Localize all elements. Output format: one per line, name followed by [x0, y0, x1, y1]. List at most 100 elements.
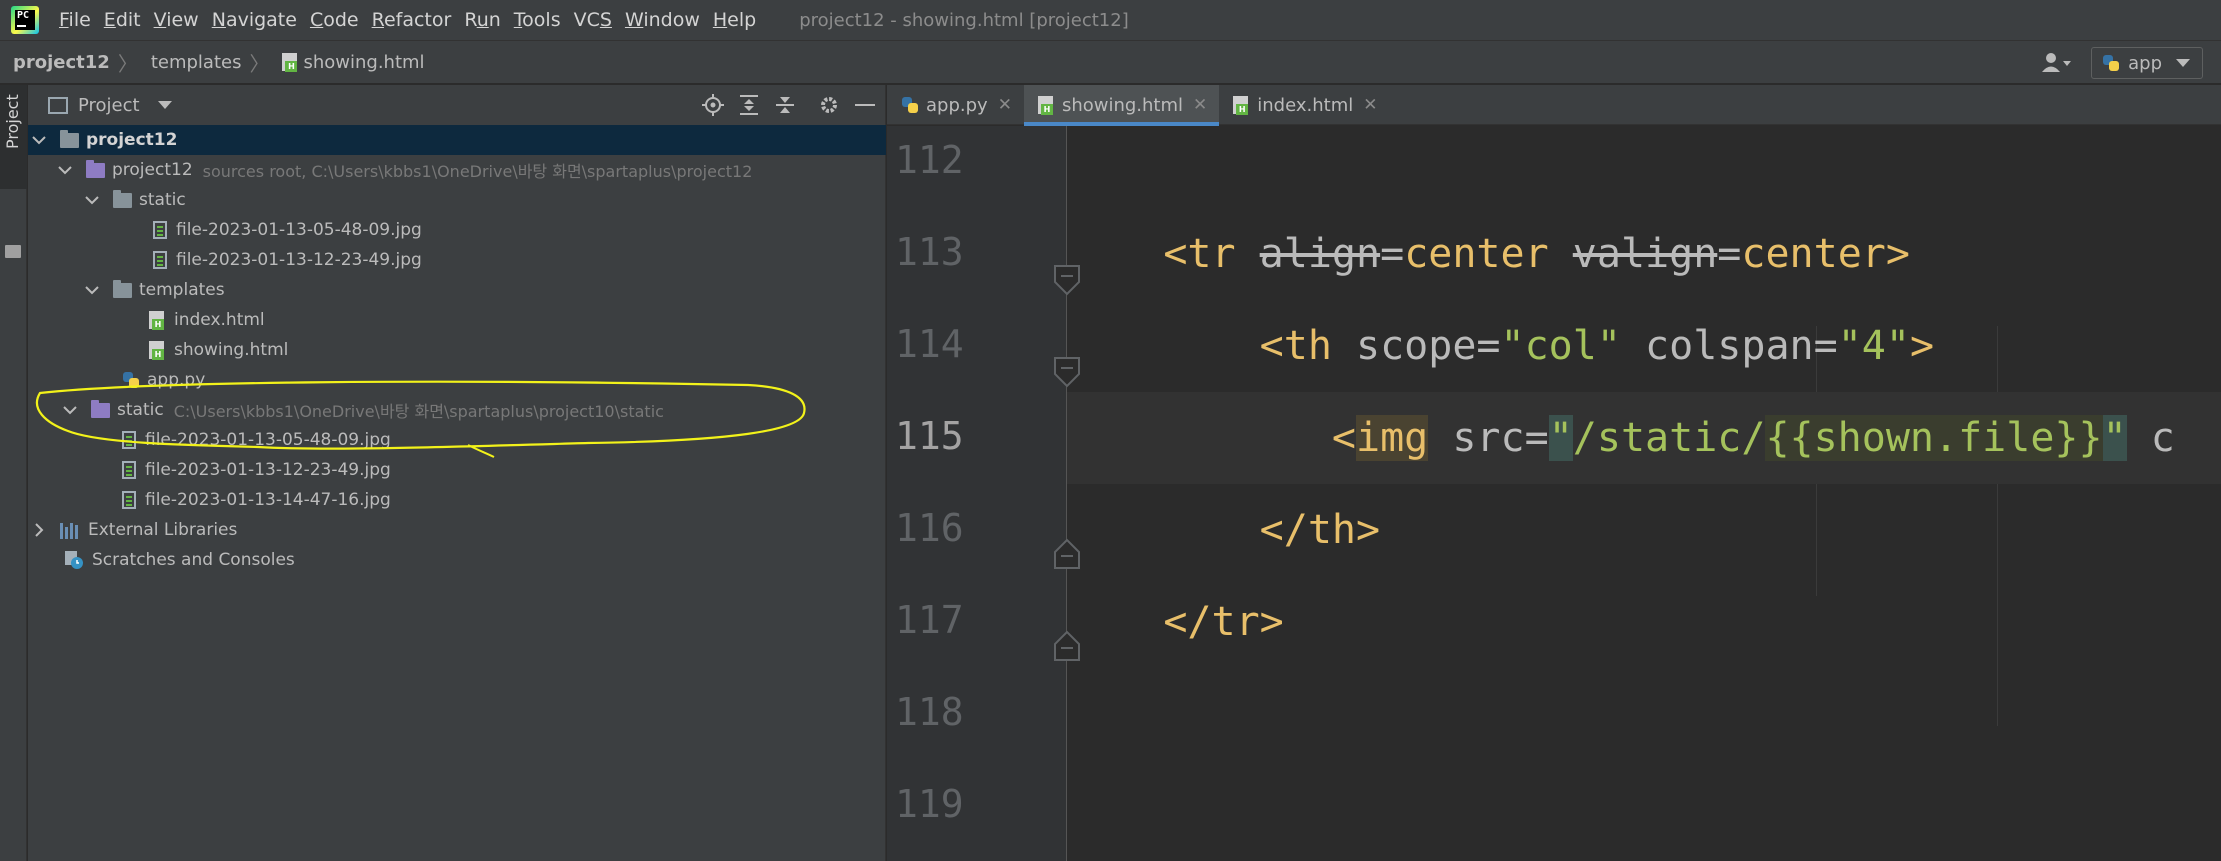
- html-file-icon: H: [149, 340, 166, 360]
- menu-window[interactable]: Window: [625, 9, 700, 31]
- line-number: 114: [895, 322, 964, 366]
- chevron-down-icon[interactable]: [58, 163, 72, 177]
- image-file-icon: [122, 431, 136, 449]
- html-file-icon: H: [1233, 95, 1250, 115]
- menu-navigate[interactable]: Navigate: [212, 9, 297, 31]
- tree-item-static-library[interactable]: static C:\Users\kbbs1\OneDrive\바탕 화면\spa…: [28, 395, 886, 425]
- breadcrumb-project[interactable]: project12: [0, 52, 110, 73]
- locate-file-icon[interactable]: [701, 93, 725, 117]
- tab-index-html[interactable]: H index.html ✕: [1219, 85, 1389, 125]
- tree-item-external-libraries[interactable]: External Libraries: [28, 515, 886, 545]
- tree-item-file[interactable]: H index.html: [28, 305, 886, 335]
- tree-item-path-hint: sources root, C:\Users\kbbs1\OneDrive\바탕…: [202, 162, 753, 181]
- project-folder-icon: [60, 129, 79, 148]
- python-file-icon: [122, 371, 140, 389]
- tab-showing-html[interactable]: H showing.html ✕: [1023, 85, 1220, 126]
- menu-code[interactable]: Code: [310, 9, 359, 31]
- code-line-113[interactable]: <tr align=center valign=center>: [1067, 208, 2221, 300]
- user-account-icon[interactable]: [2039, 49, 2079, 77]
- tree-item-project-root[interactable]: project12: [28, 125, 886, 155]
- breadcrumb-file-label: showing.html: [303, 51, 425, 73]
- tree-item-file[interactable]: file-2023-01-13-12-23-49.jpg: [28, 455, 886, 485]
- menu-help[interactable]: Help: [713, 9, 756, 31]
- code-line-117[interactable]: </tr>: [1067, 576, 2221, 668]
- project-view-icon: [48, 96, 68, 114]
- html-file-icon: H: [282, 52, 299, 72]
- breadcrumb-templates[interactable]: templates: [138, 52, 242, 73]
- breadcrumb-separator-icon: 〉: [117, 51, 138, 76]
- chevron-down-icon: [2176, 58, 2190, 67]
- tree-item-file[interactable]: file-2023-01-13-05-48-09.jpg: [28, 215, 886, 245]
- close-icon[interactable]: ✕: [1363, 95, 1377, 115]
- run-configuration-label: app: [2128, 52, 2162, 74]
- minimize-icon[interactable]: [853, 93, 877, 117]
- tree-item-folder[interactable]: static: [28, 185, 886, 215]
- library-icon: [60, 521, 80, 539]
- image-file-icon: [122, 491, 136, 509]
- expand-all-icon[interactable]: [737, 93, 761, 117]
- tree-item-source-root[interactable]: project12 sources root, C:\Users\kbbs1\O…: [28, 155, 886, 185]
- tree-item-file[interactable]: file-2023-01-13-14-47-16.jpg: [28, 485, 886, 515]
- menu-vcs[interactable]: VCS: [574, 9, 612, 31]
- project-tool-label: Project: [3, 94, 22, 149]
- project-panel: Project project12 project12 sources root…: [28, 85, 886, 861]
- code-line-115-current[interactable]: <img src="/static/{{shown.file}}" c: [1067, 392, 2221, 484]
- window-title: project12 - showing.html [project12]: [799, 9, 1129, 31]
- chevron-down-icon[interactable]: [63, 403, 77, 417]
- chevron-down-icon[interactable]: [85, 193, 99, 207]
- code-line-114[interactable]: <th scope="col" colspan="4">: [1067, 300, 2221, 392]
- navigation-bar: project12 〉 templates 〉 H showing.html a…: [0, 40, 2221, 84]
- tool-window-strip: Project: [0, 85, 27, 861]
- tree-item-file[interactable]: app.py: [28, 365, 886, 395]
- scratches-icon: [64, 550, 84, 570]
- tree-item-file[interactable]: file-2023-01-13-05-48-09.jpg: [28, 425, 886, 455]
- line-number: 117: [895, 598, 964, 642]
- code-editor[interactable]: 112 113 114 115 116 117 118 119 <tr alig…: [887, 126, 2221, 861]
- menu-file[interactable]: File: [59, 9, 91, 31]
- folder-icon: [113, 189, 132, 208]
- tab-app-py[interactable]: app.py ✕: [887, 85, 1024, 125]
- html-file-icon: H: [149, 310, 166, 330]
- menu-tools[interactable]: Tools: [514, 9, 561, 31]
- menu-refactor[interactable]: Refactor: [372, 9, 452, 31]
- line-number: 113: [895, 230, 964, 274]
- folder-icon: [113, 279, 132, 298]
- gear-icon[interactable]: [817, 93, 841, 117]
- chevron-down-icon[interactable]: [32, 133, 46, 147]
- menu-view[interactable]: View: [154, 9, 199, 31]
- menu-run[interactable]: Run: [464, 9, 500, 31]
- line-number-current: 115: [895, 414, 964, 458]
- breadcrumb-separator-icon: 〉: [249, 51, 270, 76]
- python-icon: [2102, 54, 2120, 72]
- editor-gutter: 112 113 114 115 116 117 118 119: [887, 126, 1066, 861]
- tree-item-file[interactable]: file-2023-01-13-12-23-49.jpg: [28, 245, 886, 275]
- line-number: 118: [895, 690, 964, 734]
- line-number: 119: [895, 782, 964, 826]
- run-configuration-select[interactable]: app: [2091, 47, 2203, 79]
- close-icon[interactable]: ✕: [1193, 95, 1207, 115]
- folder-icon: [91, 399, 110, 418]
- menu-bar: PC File Edit View Navigate Code Refactor…: [0, 0, 2221, 40]
- tree-item-folder[interactable]: templates: [28, 275, 886, 305]
- breadcrumb-file[interactable]: H showing.html: [269, 51, 425, 73]
- image-file-icon: [153, 221, 167, 239]
- image-file-icon: [153, 251, 167, 269]
- tree-item-file[interactable]: H showing.html: [28, 335, 886, 365]
- project-panel-title: Project: [78, 94, 140, 116]
- chevron-down-icon[interactable]: [85, 283, 99, 297]
- tree-item-scratches[interactable]: Scratches and Consoles: [28, 545, 886, 575]
- editor-tab-bar: app.py ✕ H showing.html ✕ H index.html ✕: [887, 85, 2221, 126]
- chevron-down-icon: [157, 101, 172, 109]
- code-line-116[interactable]: </th>: [1067, 484, 2221, 576]
- project-panel-header: Project: [28, 85, 885, 125]
- line-number: 116: [895, 506, 964, 550]
- menu-edit[interactable]: Edit: [104, 9, 141, 31]
- line-number: 112: [895, 138, 964, 182]
- pycharm-logo-icon[interactable]: PC: [11, 6, 39, 34]
- chevron-right-icon[interactable]: [32, 523, 46, 537]
- project-view-selector[interactable]: Project: [48, 95, 172, 116]
- project-tool-window-button[interactable]: Project: [0, 85, 27, 189]
- close-icon[interactable]: ✕: [998, 95, 1012, 115]
- image-file-icon: [122, 461, 136, 479]
- collapse-all-icon[interactable]: [773, 93, 797, 117]
